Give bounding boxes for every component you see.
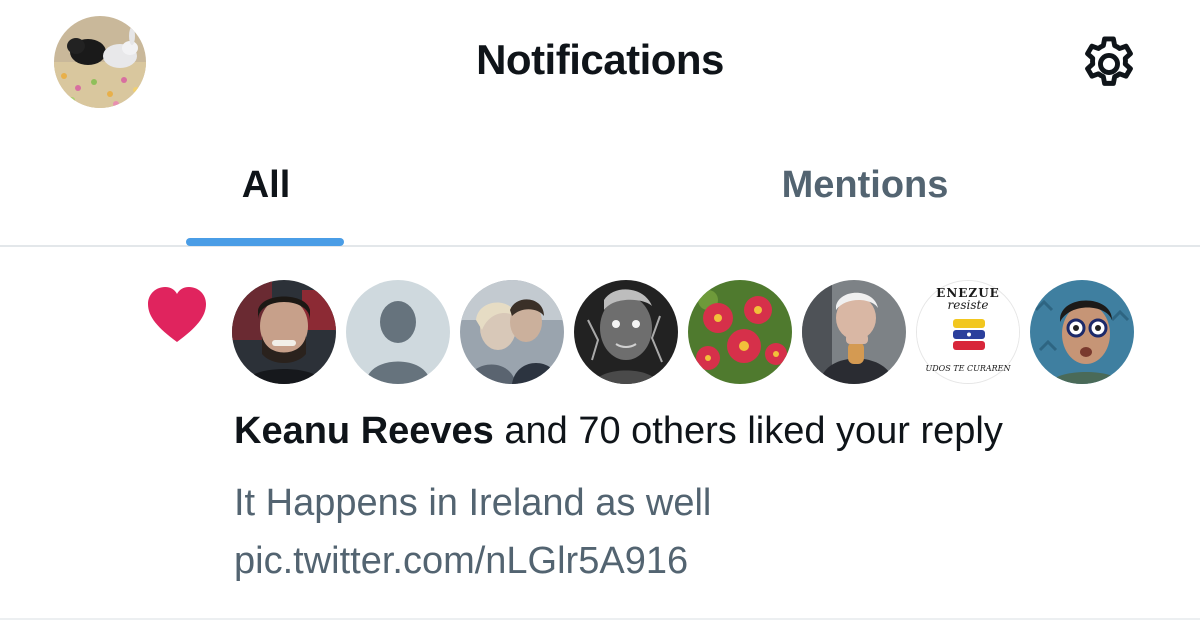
divider xyxy=(0,618,1200,620)
tab-bar: All Mentions xyxy=(0,125,1200,247)
liker-avatar-grayscale[interactable] xyxy=(574,280,678,384)
liker-avatar-default[interactable] xyxy=(346,280,450,384)
liker-avatar-couple[interactable] xyxy=(460,280,564,384)
selected-tab-indicator xyxy=(186,238,344,246)
heart-icon xyxy=(146,286,208,344)
tab-all[interactable]: All xyxy=(166,125,366,245)
liker-avatar-man-eating[interactable] xyxy=(802,280,906,384)
page-title: Notifications xyxy=(476,36,724,83)
actor-name[interactable]: Keanu Reeves xyxy=(234,410,494,452)
summary-text: and 70 others liked your reply xyxy=(493,410,1003,452)
liker-avatar-keanu[interactable] xyxy=(232,280,336,384)
tab-mentions[interactable]: Mentions xyxy=(700,125,1030,245)
header: Notifications xyxy=(0,0,1200,125)
liker-avatar-venezuela[interactable] xyxy=(916,280,1020,384)
liker-avatar-man-glasses[interactable] xyxy=(1030,280,1134,384)
gear-icon[interactable] xyxy=(1078,33,1140,95)
liker-avatar-flowers[interactable] xyxy=(688,280,792,384)
notification-summary: Keanu Reeves and 70 others liked your re… xyxy=(234,410,1003,453)
reply-preview[interactable]: It Happens in Ireland as well pic.twitte… xyxy=(234,474,1134,590)
